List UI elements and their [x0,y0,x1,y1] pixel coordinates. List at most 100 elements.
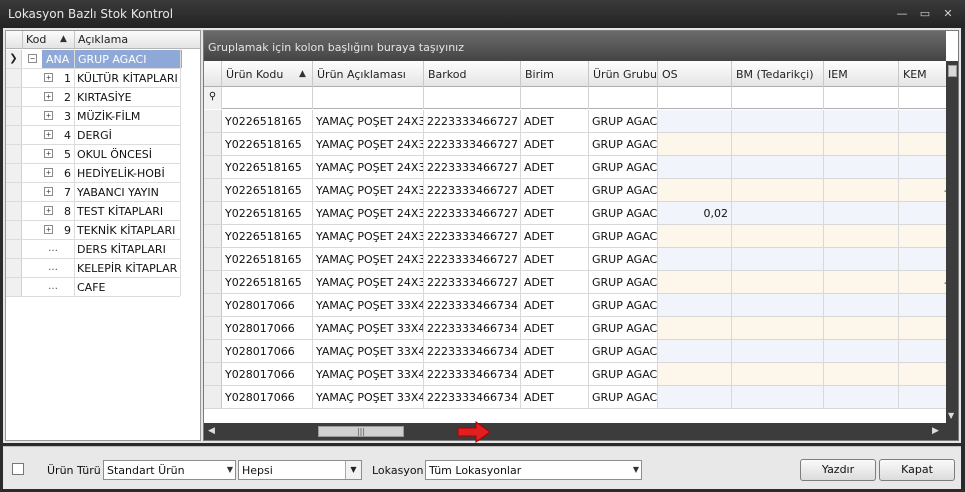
group-by-panel[interactable]: Gruplamak için kolon başlığını buraya ta… [204,31,946,61]
cell-barkod[interactable]: 2223333466734 [424,317,521,339]
cell-iem[interactable] [824,340,899,362]
cell-aciklama[interactable]: YAMAÇ POŞET 24X36 [313,202,424,224]
horizontal-scroll-thumb[interactable]: ||| [318,426,404,437]
cell-kod[interactable]: Y028017066 [222,363,313,385]
cell-barkod[interactable]: 2223333466727 [424,271,521,293]
row-selector[interactable] [204,248,222,270]
cell-grup[interactable]: GRUP AGACI [589,179,658,201]
cell-aciklama[interactable]: YAMAÇ POŞET 33X45 [313,363,424,385]
cell-os[interactable] [658,340,732,362]
tree-row[interactable]: +2 KIRTASİYE [6,88,180,107]
cell-barkod[interactable]: 2223333466727 [424,225,521,247]
cell-os[interactable] [658,179,732,201]
column-header[interactable]: Barkod [424,61,521,87]
filter-cell[interactable] [222,87,313,109]
cell-kod[interactable]: Y0226518165 [222,179,313,201]
cell-birim[interactable]: ADET [521,340,589,362]
cell-grup[interactable]: GRUP AGACI [589,294,658,316]
cell-aciklama[interactable]: YAMAÇ POŞET 24X36 [313,225,424,247]
tree-row[interactable]: +4 DERGİ [6,126,180,145]
cell-grup[interactable]: GRUP AGACI [589,363,658,385]
cell-bm[interactable] [732,179,824,201]
cell-barkod[interactable]: 2223333466727 [424,110,521,132]
cell-iem[interactable] [824,363,899,385]
filter-icon[interactable]: ⚲ [204,87,222,109]
cell-birim[interactable]: ADET [521,133,589,155]
tree-row[interactable]: +3 MÜZİK-FİLM [6,107,180,126]
cell-barkod[interactable]: 2223333466734 [424,386,521,408]
cell-birim[interactable]: ADET [521,179,589,201]
cell-birim[interactable]: ADET [521,294,589,316]
expand-icon[interactable]: + [44,225,53,234]
tree-row[interactable]: ❯ − ANA GRUP AGACI [6,50,182,69]
scroll-down-icon[interactable]: ▼ [948,411,954,420]
row-selector[interactable] [204,110,222,132]
cell-os[interactable] [658,248,732,270]
cell-iem[interactable] [824,110,899,132]
table-row[interactable]: Y0226518165 YAMAÇ POŞET 24X36 222333346672… [204,133,946,156]
cell-kod[interactable]: Y028017066 [222,317,313,339]
cell-grup[interactable]: GRUP AGACI [589,133,658,155]
cell-aciklama[interactable]: YAMAÇ POŞET 33X45 [313,317,424,339]
cell-birim[interactable]: ADET [521,363,589,385]
cell-barkod[interactable]: 2223333466727 [424,179,521,201]
horizontal-scrollbar[interactable]: ◀ ||| ▶ [204,423,946,440]
table-row[interactable]: Y0226518165 YAMAÇ POŞET 24X36 222333346672… [204,179,955,202]
hepsi-select[interactable]: Hepsi ▼ [238,460,362,480]
cell-aciklama[interactable]: YAMAÇ POŞET 33X45 [313,386,424,408]
cell-bm[interactable] [732,202,824,224]
cell-birim[interactable]: ADET [521,317,589,339]
cell-barkod[interactable]: 2223333466727 [424,202,521,224]
filter-cell[interactable] [824,87,899,109]
vertical-scroll-thumb[interactable] [948,65,957,77]
row-selector[interactable] [204,133,222,155]
select-checkbox[interactable] [12,463,24,475]
tree-row[interactable]: … KELEPİR KİTAPLAR [6,259,180,278]
row-selector[interactable] [204,179,222,201]
close-icon[interactable]: ✕ [941,8,955,20]
cell-bm[interactable] [732,225,824,247]
cell-aciklama[interactable]: YAMAÇ POŞET 24X36 [313,179,424,201]
cell-barkod[interactable]: 2223333466727 [424,248,521,270]
cell-grup[interactable]: GRUP AGACI [589,340,658,362]
row-selector[interactable] [204,317,222,339]
cell-iem[interactable] [824,248,899,270]
cell-bm[interactable] [732,156,824,178]
tree-row[interactable]: … DERS KİTAPLARI [6,240,180,259]
table-row[interactable]: Y028017066 YAMAÇ POŞET 33X45 2223333466734… [204,317,946,340]
cell-barkod[interactable]: 2223333466734 [424,294,521,316]
tree-header-code[interactable]: Kod [26,33,46,46]
column-header[interactable]: Birim [521,61,589,87]
expand-icon[interactable]: + [44,111,53,120]
cell-barkod[interactable]: 2223333466727 [424,133,521,155]
cell-kod[interactable]: Y028017066 [222,340,313,362]
column-header[interactable]: OS [658,61,732,87]
column-header[interactable]: Ürün Açıklaması [313,61,424,87]
expand-icon[interactable]: + [44,73,53,82]
cell-bm[interactable] [732,271,824,293]
filter-cell[interactable] [521,87,589,109]
expand-icon[interactable]: + [44,149,53,158]
cell-iem[interactable] [824,202,899,224]
cell-birim[interactable]: ADET [521,386,589,408]
tree-row[interactable]: +7 YABANCI YAYIN [6,183,180,202]
cell-aciklama[interactable]: YAMAÇ POŞET 24X36 [313,271,424,293]
cell-bm[interactable] [732,110,824,132]
cell-bm[interactable] [732,248,824,270]
tree-row[interactable]: +5 OKUL ÖNCESİ [6,145,180,164]
cell-iem[interactable] [824,317,899,339]
expand-icon[interactable]: + [44,168,53,177]
table-row[interactable]: Y028017066 YAMAÇ POŞET 33X45 2223333466734… [204,340,946,363]
cell-bm[interactable] [732,317,824,339]
cell-grup[interactable]: GRUP AGACI [589,225,658,247]
cell-os[interactable] [658,110,732,132]
cell-birim[interactable]: ADET [521,271,589,293]
table-row[interactable]: Y028017066 YAMAÇ POŞET 33X45 2223333466734… [204,294,946,317]
cell-kod[interactable]: Y0226518165 [222,225,313,247]
cell-barkod[interactable]: 2223333466727 [424,156,521,178]
cell-grup[interactable]: GRUP AGACI [589,248,658,270]
tree-header-desc[interactable]: Açıklama [78,33,128,46]
table-row[interactable]: Y028017066 YAMAÇ POŞET 33X45 2223333466734… [204,363,946,386]
expand-icon[interactable]: + [44,92,53,101]
column-header[interactable]: Ürün Grubu [589,61,658,87]
